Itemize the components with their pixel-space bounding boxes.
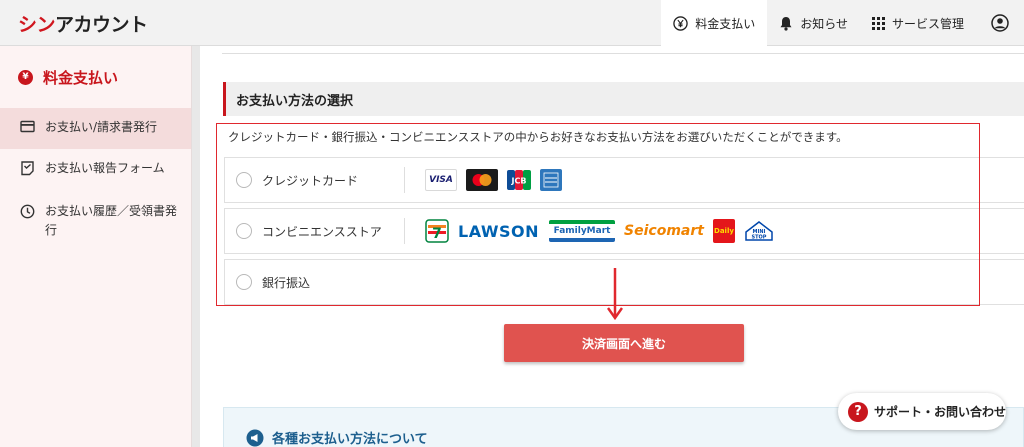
logo-accent-text: シン — [18, 14, 56, 36]
topnav-billing[interactable]: 料金支払い — [661, 0, 768, 46]
annotation-arrow-icon — [606, 268, 624, 328]
sidebar-item-label: お支払い報告フォーム — [45, 161, 165, 175]
sidebar-item-label: お支払い/請求書発行 — [45, 120, 158, 134]
topnav-services-label: サービス管理 — [891, 16, 964, 31]
support-contact-button[interactable]: ? サポート・お問い合わせ — [838, 393, 1006, 430]
support-label: サポート・お問い合わせ — [874, 405, 1007, 419]
main-content: お支払い方法の選択 クレジットカード・銀行振込・コンビニエンスストアの中からお好… — [200, 46, 1024, 447]
user-icon — [991, 14, 1009, 32]
credit-card-icon — [20, 120, 36, 139]
sidebar-item-payment-invoice[interactable]: お支払い/請求書発行 — [0, 108, 191, 149]
section-heading: お支払い方法の選択 — [223, 82, 1024, 116]
topnav-billing-label: 料金支払い — [695, 16, 756, 31]
topnav-notices-label: お知らせ — [800, 16, 848, 31]
report-form-icon — [20, 161, 36, 182]
logo-text: アカウント — [55, 14, 148, 36]
sidebar-item-payment-report[interactable]: お支払い報告フォーム — [0, 149, 191, 192]
yen-icon: ¥ — [18, 69, 33, 85]
info-title-label: 各種お支払い方法について — [272, 432, 428, 447]
proceed-to-payment-button[interactable]: 決済画面へ進む — [504, 324, 744, 362]
bell-icon — [779, 16, 793, 31]
sidebar-item-label: お支払い履歴／受領書発行 — [45, 204, 178, 237]
sidebar: ¥ 料金支払い お支払い/請求書発行 お支払い報告フォーム お支払い履歴／受領書… — [0, 46, 192, 447]
sidebar-title-label: 料金支払い — [43, 68, 119, 87]
top-header: シンアカウント 料金支払い お知らせ サービス管理 — [0, 0, 1024, 46]
sidebar-item-payment-history[interactable]: お支払い履歴／受領書発行 — [0, 192, 191, 250]
app-logo[interactable]: シンアカウント — [18, 10, 148, 37]
yen-circle-icon — [673, 15, 688, 31]
top-nav: 料金支払い お知らせ サービス管理 — [661, 0, 1024, 46]
info-title[interactable]: 各種お支払い方法について — [246, 428, 428, 447]
annotation-frame — [216, 123, 980, 306]
top-divider — [222, 46, 1024, 54]
topnav-notices[interactable]: お知らせ — [767, 0, 860, 46]
grid-icon — [871, 16, 885, 30]
section-heading-label: お支払い方法の選択 — [236, 93, 354, 109]
user-account-button[interactable] — [976, 0, 1024, 46]
megaphone-icon — [246, 429, 264, 447]
question-icon: ? — [848, 401, 868, 422]
sidebar-title: ¥ 料金支払い — [0, 46, 191, 108]
topnav-services[interactable]: サービス管理 — [860, 0, 976, 46]
clock-icon — [20, 204, 36, 225]
